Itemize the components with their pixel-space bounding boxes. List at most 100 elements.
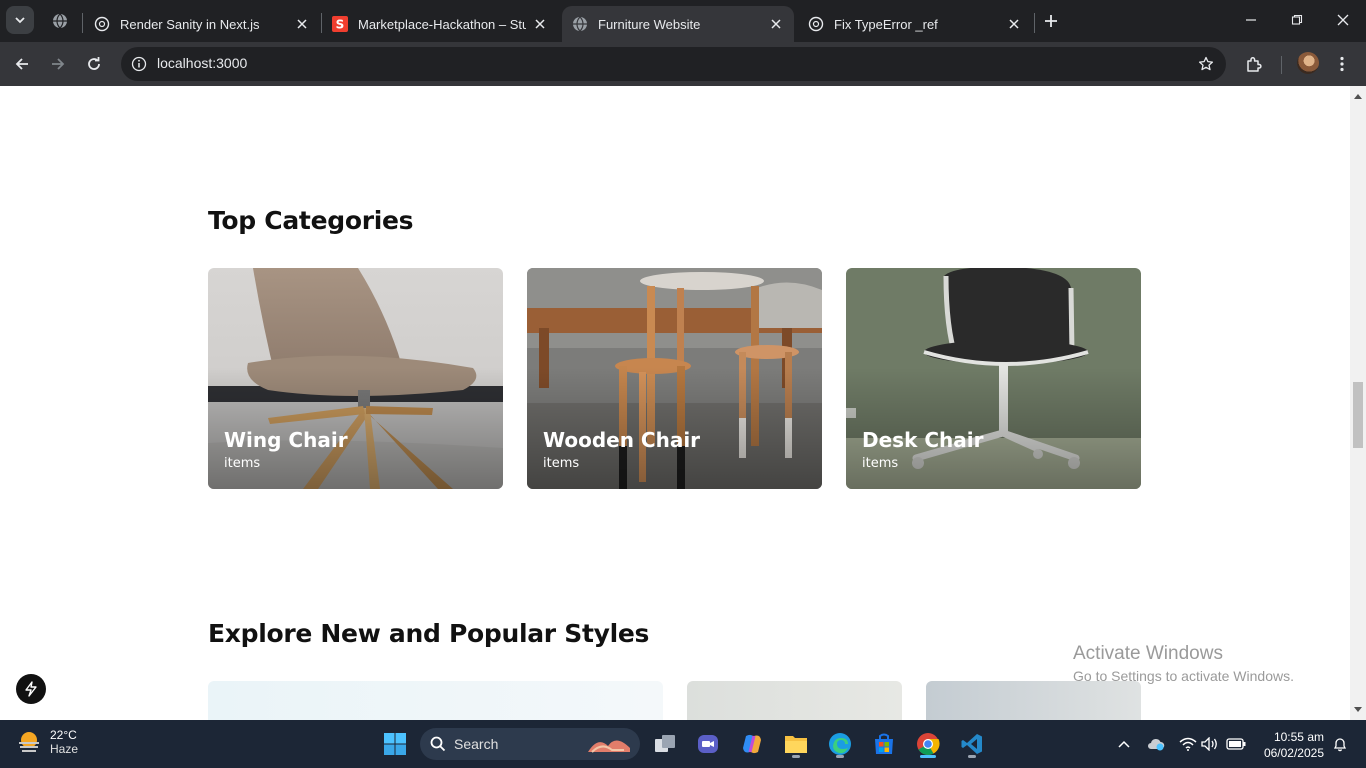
close-tab-icon[interactable]: [532, 16, 548, 32]
pinned-tab[interactable]: [50, 11, 70, 31]
tab-title: Render Sanity in Next.js: [120, 16, 260, 32]
video-call-icon: [698, 735, 718, 753]
system-clock[interactable]: 10:55 am 06/02/2025: [1258, 729, 1324, 761]
extensions-button[interactable]: [1240, 50, 1268, 78]
edge-app[interactable]: [824, 728, 856, 760]
close-icon: [1337, 14, 1349, 26]
start-button[interactable]: [379, 728, 411, 760]
clock-time: 10:55 am: [1273, 730, 1324, 744]
vscode-icon: [961, 734, 982, 754]
style-card[interactable]: [687, 681, 902, 720]
tab-marketplace-studio[interactable]: S Marketplace-Hackathon – Studio: [322, 6, 558, 42]
style-card[interactable]: [208, 681, 663, 720]
chrome-app[interactable]: [912, 728, 944, 760]
store-app[interactable]: [868, 728, 900, 760]
tab-separator: [1034, 13, 1035, 33]
chevron-up-icon: [1118, 740, 1130, 748]
scrollbar-thumb[interactable]: [1353, 382, 1363, 448]
weather-widget[interactable]: 22°C Haze: [16, 728, 78, 756]
bookmark-star-icon[interactable]: [1196, 54, 1216, 74]
restore-icon: [1291, 14, 1303, 25]
explore-styles-title: Explore New and Popular Styles: [208, 619, 650, 648]
category-count: items: [224, 456, 261, 471]
close-tab-icon[interactable]: [294, 16, 310, 32]
wifi-tray[interactable]: [1178, 734, 1198, 754]
minimize-icon: [1246, 19, 1256, 21]
restore-button[interactable]: [1274, 0, 1320, 40]
running-indicator-active: [920, 755, 936, 758]
chrome-icon: [917, 733, 940, 755]
page-scrollbar[interactable]: [1350, 86, 1366, 720]
tab-search-button[interactable]: [6, 6, 34, 34]
sanity-icon: S: [332, 16, 348, 32]
menu-button[interactable]: [1328, 50, 1356, 78]
copilot-icon: [743, 734, 761, 754]
tab-fix-typeerror[interactable]: Fix TypeError _ref: [798, 6, 1032, 42]
meet-app[interactable]: [692, 728, 724, 760]
back-button[interactable]: [8, 50, 36, 78]
toolbar-divider: [1281, 56, 1282, 74]
file-explorer-app[interactable]: [780, 728, 812, 760]
globe-icon: [572, 16, 588, 32]
openai-icon: [94, 16, 110, 32]
windows-logo-icon: [384, 733, 406, 755]
browser-toolbar: localhost:3000: [0, 42, 1366, 86]
site-info-icon[interactable]: [129, 54, 149, 74]
task-view-button[interactable]: [649, 728, 681, 760]
style-card[interactable]: [926, 681, 1141, 720]
tab-render-sanity[interactable]: Render Sanity in Next.js: [84, 6, 320, 42]
category-name: Wing Chair: [224, 428, 348, 452]
battery-icon: [1226, 738, 1246, 750]
battery-tray[interactable]: [1226, 734, 1246, 754]
tab-furniture-website[interactable]: Furniture Website: [562, 6, 794, 42]
edge-icon: [829, 733, 851, 755]
tab-title: Marketplace-Hackathon – Studio: [358, 16, 526, 32]
forward-button[interactable]: [44, 50, 72, 78]
folder-icon: [785, 736, 807, 753]
copilot-app[interactable]: [736, 728, 768, 760]
page-viewport: Top Categories Wing Chair items Wooden C…: [0, 86, 1350, 720]
running-indicator: [968, 755, 976, 758]
activate-windows-watermark: Activate Windows Go to Settings to activ…: [1073, 643, 1294, 684]
new-tab-button[interactable]: [1040, 10, 1062, 32]
search-highlight-icon: [588, 740, 630, 753]
task-view-icon: [655, 735, 675, 752]
volume-tray[interactable]: [1200, 734, 1220, 754]
close-window-button[interactable]: [1320, 0, 1366, 40]
store-icon: [875, 733, 893, 754]
vscode-app[interactable]: [956, 728, 988, 760]
watermark-line1: Activate Windows: [1073, 643, 1223, 664]
close-tab-icon[interactable]: [768, 16, 784, 32]
nextjs-dev-indicator[interactable]: [16, 674, 46, 704]
category-count: items: [862, 456, 899, 471]
wifi-icon: [1179, 737, 1197, 751]
top-categories-title: Top Categories: [208, 206, 414, 235]
category-card-desk-chair[interactable]: Desk Chair items: [846, 268, 1141, 489]
address-bar[interactable]: localhost:3000: [121, 47, 1226, 81]
weather-temp: 22°C: [50, 728, 77, 742]
speaker-icon: [1201, 737, 1217, 751]
close-tab-icon[interactable]: [1006, 16, 1022, 32]
windows-taskbar: 22°C Haze Search 10:55 am 06/02/2025: [0, 720, 1366, 768]
tray-overflow-button[interactable]: [1114, 734, 1134, 754]
notifications-button[interactable]: [1330, 734, 1350, 754]
scroll-up-arrow[interactable]: [1350, 88, 1366, 104]
category-name: Wooden Chair: [543, 428, 701, 452]
reload-button[interactable]: [80, 50, 108, 78]
profile-avatar[interactable]: [1297, 52, 1319, 74]
scroll-down-arrow[interactable]: [1350, 702, 1366, 718]
kebab-menu-icon: [1340, 56, 1344, 72]
category-card-wing-chair[interactable]: Wing Chair items: [208, 268, 503, 489]
globe-icon: [53, 13, 67, 29]
minimize-button[interactable]: [1228, 0, 1274, 40]
svg-text:S: S: [336, 18, 345, 32]
tab-strip: Render Sanity in Next.js S Marketplace-H…: [0, 0, 1366, 42]
watermark-line2: Go to Settings to activate Windows.: [1073, 668, 1294, 684]
category-card-wooden-chair[interactable]: Wooden Chair items: [527, 268, 822, 489]
plus-icon: [1045, 15, 1057, 27]
bell-icon: [1333, 738, 1347, 752]
clock-date: 06/02/2025: [1263, 746, 1324, 760]
taskbar-search[interactable]: Search: [420, 728, 640, 760]
onedrive-tray[interactable]: [1146, 734, 1166, 754]
chevron-down-icon: [15, 17, 25, 24]
